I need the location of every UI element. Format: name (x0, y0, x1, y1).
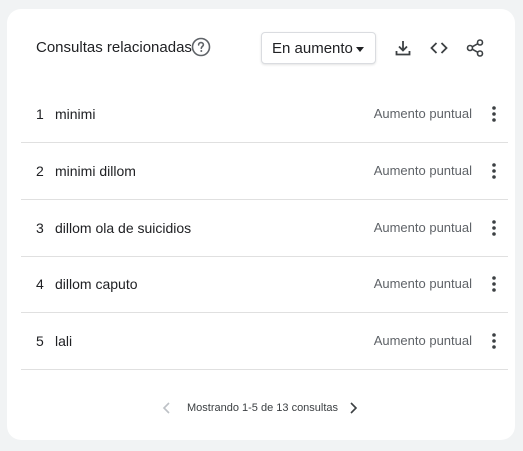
more-vert-icon[interactable] (484, 273, 504, 295)
query-rank: 1 (36, 106, 44, 122)
query-row[interactable]: 1 minimi Aumento puntual (21, 87, 508, 143)
query-row[interactable]: 4 dillom caputo Aumento puntual (21, 257, 508, 313)
card-title: Consultas relacionadas (36, 39, 192, 56)
query-value: Aumento puntual (373, 220, 472, 235)
query-row[interactable]: 5 lali Aumento puntual (21, 314, 508, 370)
filter-dropdown[interactable]: En aumento (261, 32, 376, 64)
chevron-left-icon (159, 400, 175, 416)
more-vert-icon[interactable] (484, 330, 504, 352)
query-rank: 4 (36, 276, 44, 292)
query-rank: 3 (36, 220, 44, 236)
related-queries-card: Consultas relacionadas En aumento 1 mini… (7, 9, 515, 440)
chevron-right-icon[interactable] (345, 400, 361, 416)
query-value: Aumento puntual (373, 106, 472, 121)
query-rank: 2 (36, 163, 44, 179)
more-vert-icon[interactable] (484, 103, 504, 125)
card-header: Consultas relacionadas En aumento (7, 9, 515, 89)
pagination-text: Mostrando 1-5 de 13 consultas (187, 402, 339, 414)
download-icon[interactable] (393, 38, 413, 58)
more-vert-icon[interactable] (484, 160, 504, 182)
pagination: Mostrando 1-5 de 13 consultas (7, 397, 515, 419)
query-rank: 5 (36, 333, 44, 349)
query-value: Aumento puntual (373, 163, 472, 178)
query-term[interactable]: dillom ola de suicidios (55, 220, 191, 236)
help-circle-icon[interactable] (191, 37, 211, 57)
query-value: Aumento puntual (373, 333, 472, 348)
query-term[interactable]: minimi (55, 106, 95, 122)
filter-dropdown-value: En aumento (272, 40, 353, 57)
query-value: Aumento puntual (373, 276, 472, 291)
query-term[interactable]: minimi dillom (55, 163, 136, 179)
caret-down-icon (356, 47, 364, 52)
more-vert-icon[interactable] (484, 217, 504, 239)
query-row[interactable]: 2 minimi dillom Aumento puntual (21, 144, 508, 200)
share-icon[interactable] (465, 38, 485, 58)
query-row[interactable]: 3 dillom ola de suicidios Aumento puntua… (21, 201, 508, 257)
embed-code-icon[interactable] (429, 38, 449, 58)
query-term[interactable]: dillom caputo (55, 276, 138, 292)
query-term[interactable]: lali (55, 333, 72, 349)
